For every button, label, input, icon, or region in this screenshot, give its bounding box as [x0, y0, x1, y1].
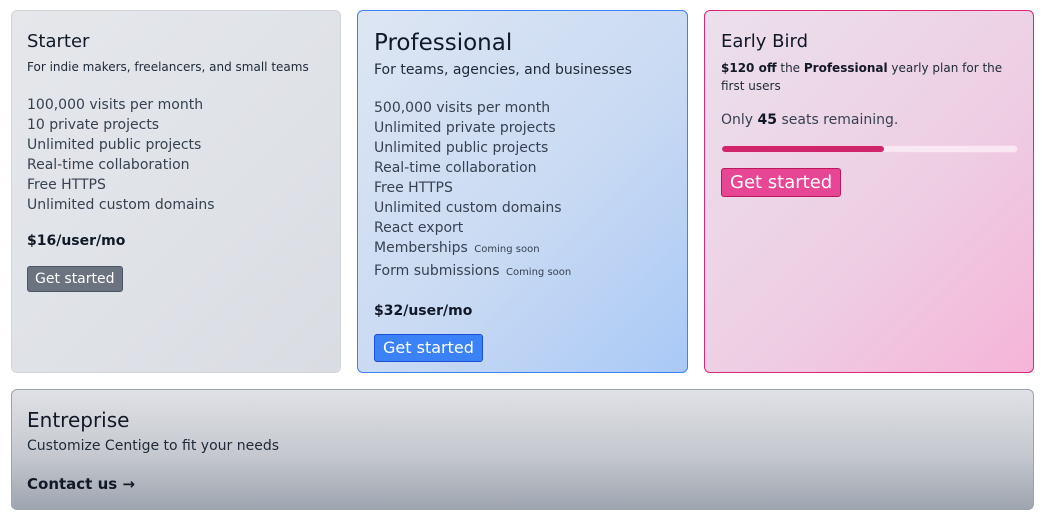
professional-title: Professional [374, 30, 513, 56]
early-bird-card: Early Bird $120 off the Professional yea… [704, 10, 1034, 373]
professional-subtitle: For teams, agencies, and businesses [374, 62, 632, 78]
feature-item: Unlimited public projects [374, 140, 549, 156]
starter-get-started-button[interactable]: Get started [27, 266, 123, 292]
feature-item: Unlimited private projects [374, 120, 556, 136]
coming-soon-badge: Coming soon [505, 267, 572, 278]
feature-item: Unlimited custom domains [374, 200, 562, 216]
feature-item: Form submissions Coming soon [374, 263, 572, 279]
feature-item: Free HTTPS [27, 177, 106, 193]
enterprise-subtitle: Customize Centige to fit your needs [27, 438, 279, 454]
discount-amount: $120 off [721, 61, 777, 75]
plan-name: Professional [803, 61, 888, 75]
early-bird-description: $120 off the Professional yearly plan fo… [721, 61, 1003, 93]
early-bird-get-started-button[interactable]: Get started [721, 168, 842, 197]
enterprise-card: Entreprise Customize Centige to fit your… [11, 389, 1034, 510]
seats-count: 45 [757, 112, 778, 128]
professional-get-started-button[interactable]: Get started [374, 334, 483, 362]
feature-item: React export [374, 220, 464, 236]
feature-item: Memberships Coming soon [374, 240, 540, 256]
feature-item: 10 private projects [27, 117, 160, 133]
feature-item: Free HTTPS [374, 180, 453, 196]
starter-title: Starter [27, 31, 90, 52]
starter-feature-list: 100,000 visits per month 10 private proj… [27, 95, 325, 215]
feature-item: Unlimited public projects [27, 137, 202, 153]
seats-progress-bar [721, 145, 1018, 153]
seats-progress-fill [722, 146, 885, 152]
starter-subtitle: For indie makers, freelancers, and small… [27, 60, 309, 74]
enterprise-title: Entreprise [27, 408, 130, 432]
professional-feature-list: 500,000 visits per month Unlimited priva… [374, 98, 671, 284]
professional-plan-card: Professional For teams, agencies, and bu… [357, 10, 688, 373]
starter-plan-card: Starter For indie makers, freelancers, a… [11, 10, 341, 373]
professional-price: $32/user/mo [374, 303, 473, 319]
seats-remaining-text: Only 45 seats remaining. [721, 112, 899, 128]
feature-item: 100,000 visits per month [27, 97, 204, 113]
feature-item: 500,000 visits per month [374, 100, 551, 116]
feature-item: Unlimited custom domains [27, 197, 215, 213]
feature-item: Real-time collaboration [374, 160, 537, 176]
contact-us-link[interactable]: Contact us → [27, 475, 135, 493]
feature-item: Real-time collaboration [27, 157, 190, 173]
starter-price: $16/user/mo [27, 233, 126, 249]
early-bird-title: Early Bird [721, 31, 809, 52]
coming-soon-badge: Coming soon [474, 244, 540, 255]
